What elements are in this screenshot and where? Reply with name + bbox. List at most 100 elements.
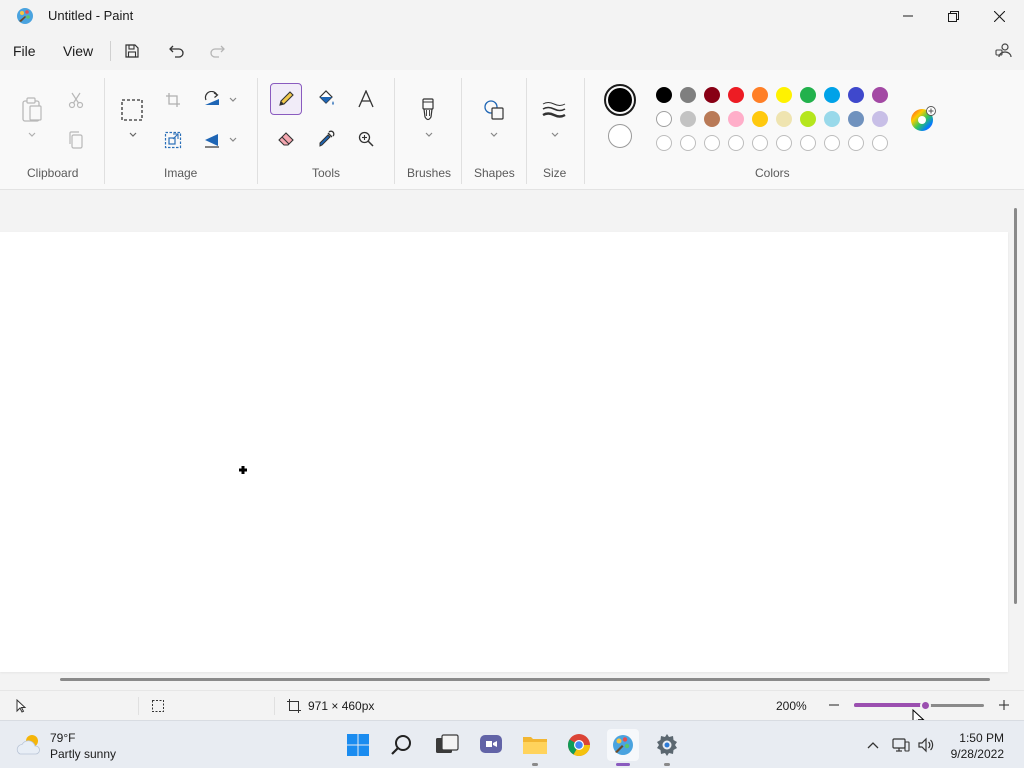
rotate-chevron-icon[interactable]	[228, 96, 238, 104]
flip-button[interactable]	[196, 124, 228, 156]
active-app-indicator	[616, 763, 630, 766]
palette-color-swatch[interactable]	[776, 87, 792, 103]
palette-color-swatch[interactable]	[872, 87, 888, 103]
flip-chevron-icon[interactable]	[228, 136, 238, 144]
palette-color-swatch[interactable]	[680, 111, 696, 127]
brushes-chevron-icon[interactable]	[424, 131, 434, 139]
select-button[interactable]	[116, 94, 148, 126]
weather-temperature[interactable]: 79°F	[50, 731, 75, 745]
custom-color-slot[interactable]	[680, 135, 696, 151]
color-picker-tool-button[interactable]	[310, 123, 342, 155]
redo-button[interactable]	[206, 40, 228, 62]
chrome-button[interactable]	[563, 729, 595, 761]
palette-color-swatch[interactable]	[680, 87, 696, 103]
palette-color-swatch[interactable]	[728, 87, 744, 103]
network-button[interactable]	[891, 735, 911, 755]
palette-color-swatch[interactable]	[800, 87, 816, 103]
cut-button[interactable]	[60, 84, 92, 116]
size-button[interactable]	[538, 94, 570, 126]
minus-icon	[829, 704, 839, 706]
palette-color-swatch[interactable]	[704, 111, 720, 127]
primary-color-button[interactable]	[604, 84, 636, 116]
custom-color-slot[interactable]	[656, 135, 672, 151]
custom-color-slot[interactable]	[800, 135, 816, 151]
custom-color-slot[interactable]	[848, 135, 864, 151]
text-tool-button[interactable]	[350, 83, 382, 115]
paint-taskbar-button[interactable]	[607, 729, 639, 766]
palette-color-swatch[interactable]	[824, 111, 840, 127]
search-button[interactable]	[386, 729, 418, 761]
fill-tool-button[interactable]	[310, 83, 342, 115]
eraser-tool-button[interactable]	[270, 123, 302, 155]
palette-color-swatch[interactable]	[848, 111, 864, 127]
palette-color-swatch[interactable]	[872, 111, 888, 127]
palette-color-swatch[interactable]	[728, 111, 744, 127]
task-view-button[interactable]	[431, 729, 463, 761]
weather-description[interactable]: Partly sunny	[50, 747, 116, 761]
custom-color-slot[interactable]	[776, 135, 792, 151]
undo-button[interactable]	[166, 40, 188, 62]
zoom-slider[interactable]	[854, 700, 984, 711]
custom-color-slot[interactable]	[872, 135, 888, 151]
edit-colors-button[interactable]	[910, 106, 936, 132]
zoom-slider-fill	[854, 703, 926, 707]
file-explorer-button[interactable]	[519, 729, 551, 766]
custom-color-slot[interactable]	[824, 135, 840, 151]
palette-color-swatch[interactable]	[752, 87, 768, 103]
copy-button[interactable]	[60, 124, 92, 156]
palette-color-swatch[interactable]	[656, 87, 672, 103]
view-menu[interactable]: View	[63, 43, 93, 59]
paint-bucket-icon	[319, 90, 334, 105]
palette-color-swatch[interactable]	[848, 87, 864, 103]
palette-color-swatch[interactable]	[824, 87, 840, 103]
palette-color-swatch[interactable]	[704, 87, 720, 103]
vertical-scrollbar[interactable]	[1014, 208, 1017, 604]
brushes-button[interactable]	[412, 94, 444, 126]
palette-color-swatch[interactable]	[776, 111, 792, 127]
custom-color-slot[interactable]	[752, 135, 768, 151]
pencil-icon	[279, 91, 294, 106]
start-button[interactable]	[342, 729, 374, 761]
volume-button[interactable]	[916, 735, 936, 755]
palette-color-swatch[interactable]	[800, 111, 816, 127]
group-divider	[584, 78, 585, 184]
resize-button[interactable]	[157, 124, 189, 156]
custom-color-slot[interactable]	[704, 135, 720, 151]
drawing-canvas[interactable]	[0, 232, 1008, 672]
pencil-tool-button[interactable]	[270, 83, 302, 115]
palette-color-swatch[interactable]	[656, 111, 672, 127]
paste-button[interactable]	[16, 94, 48, 126]
weather-widget[interactable]	[14, 732, 44, 758]
file-menu[interactable]: File	[13, 43, 36, 59]
secondary-color-button[interactable]	[608, 124, 632, 148]
settings-button[interactable]	[651, 729, 683, 766]
shapes-button[interactable]	[478, 94, 510, 126]
window-title: Untitled - Paint	[48, 8, 134, 23]
rotate-button[interactable]	[196, 84, 228, 116]
teams-chat-button[interactable]	[475, 729, 507, 761]
crop-icon	[166, 93, 180, 107]
group-divider	[461, 78, 462, 184]
select-chevron-icon[interactable]	[128, 131, 138, 139]
zoom-out-button[interactable]	[826, 697, 842, 713]
custom-color-slot[interactable]	[728, 135, 744, 151]
close-button[interactable]	[976, 0, 1022, 32]
minimize-button[interactable]	[885, 0, 931, 32]
size-group-label: Size	[543, 166, 567, 180]
save-button[interactable]	[121, 40, 143, 62]
zoom-level[interactable]: 200%	[776, 699, 807, 713]
palette-color-swatch[interactable]	[752, 111, 768, 127]
crop-button[interactable]	[157, 84, 189, 116]
horizontal-scrollbar[interactable]	[60, 678, 990, 681]
show-hidden-icons-button[interactable]	[863, 735, 883, 755]
paste-chevron-icon[interactable]	[27, 131, 37, 139]
restore-button[interactable]	[930, 0, 976, 32]
primary-color-swatch	[608, 88, 632, 112]
size-chevron-icon[interactable]	[550, 131, 560, 139]
share-button[interactable]	[993, 40, 1015, 62]
zoom-in-button[interactable]	[996, 697, 1012, 713]
scissors-icon	[68, 92, 84, 109]
shapes-chevron-icon[interactable]	[489, 131, 499, 139]
magnifier-tool-button[interactable]	[350, 123, 382, 155]
clock[interactable]: 1:50 PM 9/28/2022	[951, 730, 1004, 762]
